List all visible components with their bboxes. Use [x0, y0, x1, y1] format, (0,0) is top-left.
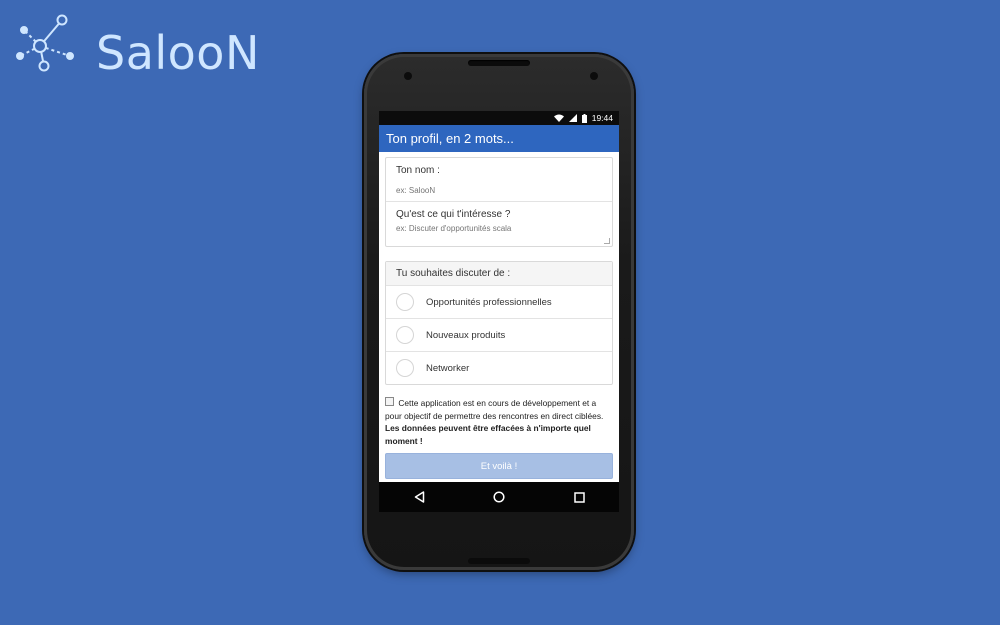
nav-back-button[interactable] — [399, 485, 439, 509]
option-nouveaux-produits[interactable]: Nouveaux produits — [386, 319, 612, 352]
interest-field: Qu'est ce qui t'intéresse ? — [386, 202, 612, 246]
disclaimer-text: Cette application est en cours de dévelo… — [385, 398, 604, 421]
app-bar-title: Ton profil, en 2 mots... — [386, 131, 514, 146]
discussion-heading: Tu souhaites discuter de : — [386, 262, 612, 286]
textarea-resize-handle[interactable] — [604, 238, 610, 244]
battery-icon — [581, 113, 587, 123]
name-field: Ton nom : — [386, 158, 612, 202]
option-networker[interactable]: Networker — [386, 352, 612, 384]
profile-form: Ton nom : Qu'est ce qui t'intéresse ? Tu… — [379, 152, 619, 479]
android-nav-bar — [379, 482, 619, 512]
name-input[interactable] — [396, 186, 602, 195]
home-icon — [493, 491, 505, 503]
consent-checkbox[interactable] — [385, 397, 394, 406]
disclaimer-warning: Les données peuvent être effacées à n'im… — [385, 423, 591, 446]
status-bar: 19:44 — [379, 111, 619, 125]
submit-label: Et voilà ! — [480, 460, 518, 472]
top-speaker — [468, 60, 530, 66]
option-label: Networker — [426, 362, 470, 374]
disclaimer: Cette application est en cours de dévelo… — [385, 397, 613, 447]
phone-screen: 19:44 Ton profil, en 2 mots... Ton nom :… — [379, 111, 619, 511]
brand-name: SalooN — [96, 26, 260, 80]
option-label: Nouveaux produits — [426, 329, 506, 341]
nav-recents-button[interactable] — [559, 485, 599, 509]
signal-icon — [568, 114, 577, 122]
profile-fields: Ton nom : Qu'est ce qui t'intéresse ? — [385, 157, 613, 247]
recents-icon — [573, 491, 585, 503]
back-icon — [414, 491, 424, 503]
wifi-icon — [553, 114, 564, 122]
app-bar: Ton profil, en 2 mots... — [379, 125, 619, 152]
status-time: 19:44 — [591, 113, 613, 123]
radio-button[interactable] — [396, 326, 414, 344]
option-label: Opportunités professionnelles — [426, 296, 552, 308]
interest-textarea[interactable] — [396, 224, 602, 233]
radio-button[interactable] — [396, 293, 414, 311]
option-opportunites[interactable]: Opportunités professionnelles — [386, 286, 612, 319]
phone-mockup: 19:44 Ton profil, en 2 mots... Ton nom :… — [364, 54, 634, 570]
name-label: Ton nom : — [396, 165, 440, 176]
submit-button[interactable]: Et voilà ! — [385, 453, 613, 479]
bottom-speaker — [468, 558, 530, 564]
proximity-sensor — [590, 72, 598, 80]
radio-button[interactable] — [396, 359, 414, 377]
nav-home-button[interactable] — [479, 485, 519, 509]
front-camera — [404, 72, 412, 80]
discussion-choices: Tu souhaites discuter de : Opportunités … — [385, 261, 613, 385]
brand-logo: SalooN — [14, 12, 259, 80]
interest-label: Qu'est ce qui t'intéresse ? — [396, 209, 511, 220]
network-logo-icon — [16, 14, 74, 72]
